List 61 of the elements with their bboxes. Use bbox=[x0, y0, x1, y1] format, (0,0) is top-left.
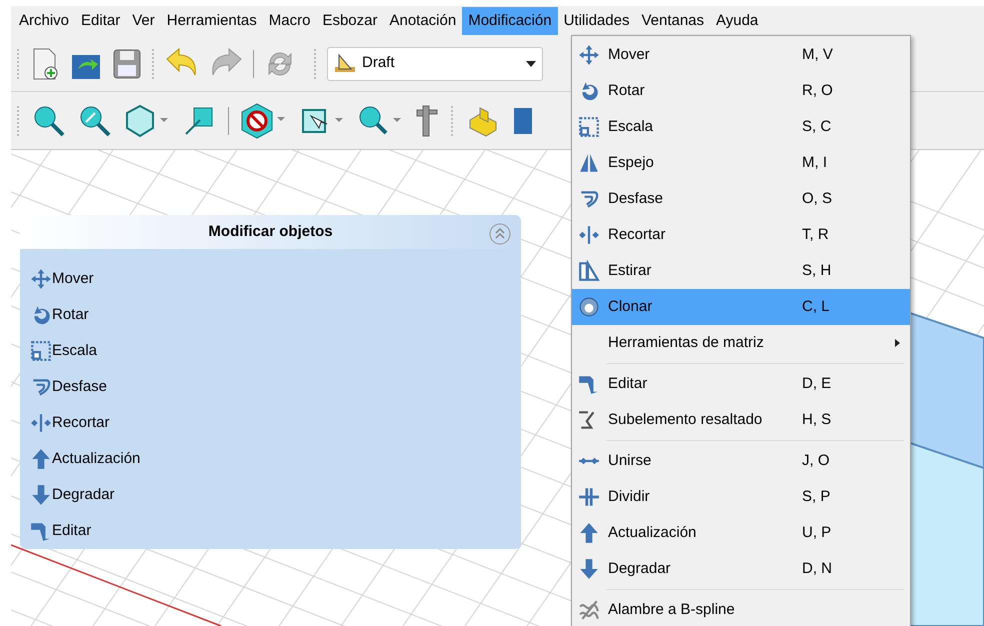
submenu-arrow-icon bbox=[895, 339, 900, 347]
menu-item[interactable]: Utilidades bbox=[558, 7, 636, 35]
up-arrow-icon bbox=[30, 448, 52, 470]
menu-item[interactable]: Macro bbox=[262, 7, 316, 35]
up-arrow-icon bbox=[578, 522, 600, 544]
menu-entry[interactable]: Actualización U, P bbox=[572, 515, 910, 551]
menu-entry[interactable]: Espejo M, I bbox=[572, 145, 910, 181]
menu-entry[interactable]: Editar D, E bbox=[572, 366, 910, 402]
cube-view-icon[interactable] bbox=[124, 104, 170, 138]
panel-title: Modificar objetos bbox=[208, 222, 333, 242]
save-icon[interactable] bbox=[112, 46, 142, 80]
task-link[interactable]: Escala bbox=[52, 340, 98, 362]
menu-entry[interactable]: Recortar T, R bbox=[572, 217, 910, 253]
menu-entry[interactable]: Degradar D, N bbox=[572, 551, 910, 587]
scale-icon bbox=[578, 116, 600, 138]
menu-item[interactable]: Anotación bbox=[383, 7, 462, 35]
trim-icon bbox=[30, 412, 52, 434]
menu-entry[interactable]: Dividir S, P bbox=[572, 479, 910, 515]
task-link[interactable]: Rotar bbox=[52, 304, 89, 326]
menu-entry[interactable]: Desfase O, S bbox=[572, 181, 910, 217]
menu-entry[interactable]: Estirar S, H bbox=[572, 253, 910, 289]
menu-entry[interactable]: Alambre a B-spline bbox=[572, 592, 910, 626]
task-link[interactable]: Recortar bbox=[52, 412, 110, 434]
move-arrows-icon bbox=[30, 268, 52, 290]
task-link[interactable]: Degradar bbox=[52, 484, 115, 506]
menu-item[interactable]: Ayuda bbox=[710, 7, 764, 35]
task-link[interactable]: Mover bbox=[52, 268, 94, 290]
caliper-icon[interactable] bbox=[415, 104, 439, 138]
drafting-triangle-icon bbox=[334, 52, 356, 74]
menu-item[interactable]: Esbozar bbox=[316, 7, 384, 35]
caret-icon bbox=[526, 60, 536, 66]
stretch-icon bbox=[578, 260, 600, 282]
menu-item[interactable]: Editar bbox=[75, 7, 126, 35]
zoom-fit-icon[interactable] bbox=[32, 104, 66, 138]
down-arrow-icon bbox=[578, 558, 600, 580]
menu-entry[interactable]: Rotar R, O bbox=[572, 73, 910, 109]
split-icon bbox=[578, 486, 600, 508]
menu-entry[interactable]: Mover M, V bbox=[572, 37, 910, 73]
task-link[interactable]: Desfase bbox=[52, 376, 108, 398]
menu-entry[interactable]: Subelemento resaltado H, S bbox=[572, 402, 910, 438]
no-entry-icon[interactable] bbox=[241, 102, 287, 138]
menu-entry[interactable]: Herramientas de matriz bbox=[572, 325, 910, 361]
menu-entry[interactable]: Clonar C, L bbox=[572, 289, 910, 325]
mirror-icon bbox=[578, 152, 600, 174]
task-link[interactable]: Editar bbox=[52, 520, 92, 542]
menu-item[interactable]: Herramientas bbox=[160, 7, 263, 35]
collapse-icon[interactable] bbox=[489, 223, 511, 245]
scale-icon bbox=[30, 340, 52, 362]
task-link[interactable]: Actualización bbox=[52, 448, 140, 470]
menu-entry[interactable]: Escala S, C bbox=[572, 109, 910, 145]
workbench-dropdown[interactable]: Draft bbox=[327, 46, 543, 80]
menu-entry[interactable]: Unirse J, O bbox=[572, 443, 910, 479]
menu-item[interactable]: Ventanas bbox=[635, 7, 710, 35]
menu-item[interactable]: Ver bbox=[126, 7, 161, 35]
zoom-selection-icon[interactable] bbox=[78, 104, 112, 138]
wave-lines-icon bbox=[578, 599, 600, 621]
menu-item[interactable]: Archivo bbox=[13, 7, 76, 35]
down-arrow-icon bbox=[30, 484, 52, 506]
trim-icon bbox=[578, 224, 600, 246]
move-arrows-icon bbox=[578, 44, 600, 66]
menu-item[interactable]: Modificación bbox=[462, 7, 558, 35]
